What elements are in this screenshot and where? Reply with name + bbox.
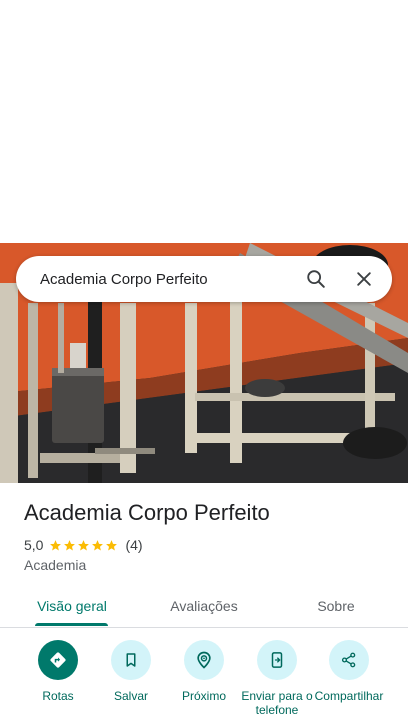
search-icon[interactable] [296,259,336,299]
star-icon [92,539,104,550]
nearby-label: Próximo [181,689,226,703]
share-button[interactable]: Compartilhar [311,640,387,703]
nearby-button[interactable]: Próximo [166,640,242,703]
directions-icon [38,640,78,680]
place-category: Academia [24,557,87,573]
place-tabs: Visão geral Avaliações Sobre [0,584,408,628]
share-icon [329,640,369,680]
bookmark-icon [111,640,151,680]
star-icon [106,539,118,550]
search-bar[interactable]: Academia Corpo Perfeito [16,256,392,302]
directions-button[interactable]: Rotas [20,640,96,703]
close-icon[interactable] [344,259,384,299]
rating-row[interactable]: 5,0 (4) [24,536,143,554]
star-icon [78,539,90,550]
directions-label: Rotas [42,689,74,703]
place-name: Academia Corpo Perfeito [24,500,270,525]
star-rating [49,539,119,552]
star-icon [64,539,76,550]
send-to-phone-icon [257,640,297,680]
save-button[interactable]: Salvar [93,640,169,703]
rating-value: 5,0 [24,537,44,553]
tab-overview[interactable]: Visão geral [18,584,126,628]
save-label: Salvar [113,689,148,703]
send-to-phone-button[interactable]: Enviar para o telefone [239,640,315,717]
search-query[interactable]: Academia Corpo Perfeito [16,271,296,288]
share-label: Compartilhar [314,689,384,703]
review-count: (4) [125,537,143,553]
tab-reviews[interactable]: Avaliações [150,584,258,628]
action-buttons: Rotas Salvar Próximo Enviar para o telef… [0,640,408,726]
tab-about[interactable]: Sobre [290,584,382,628]
send-to-phone-label: Enviar para o telefone [241,689,313,717]
map-area[interactable] [0,0,408,243]
star-icon [50,539,62,550]
active-tab-indicator [35,623,108,626]
nearby-icon [184,640,224,680]
